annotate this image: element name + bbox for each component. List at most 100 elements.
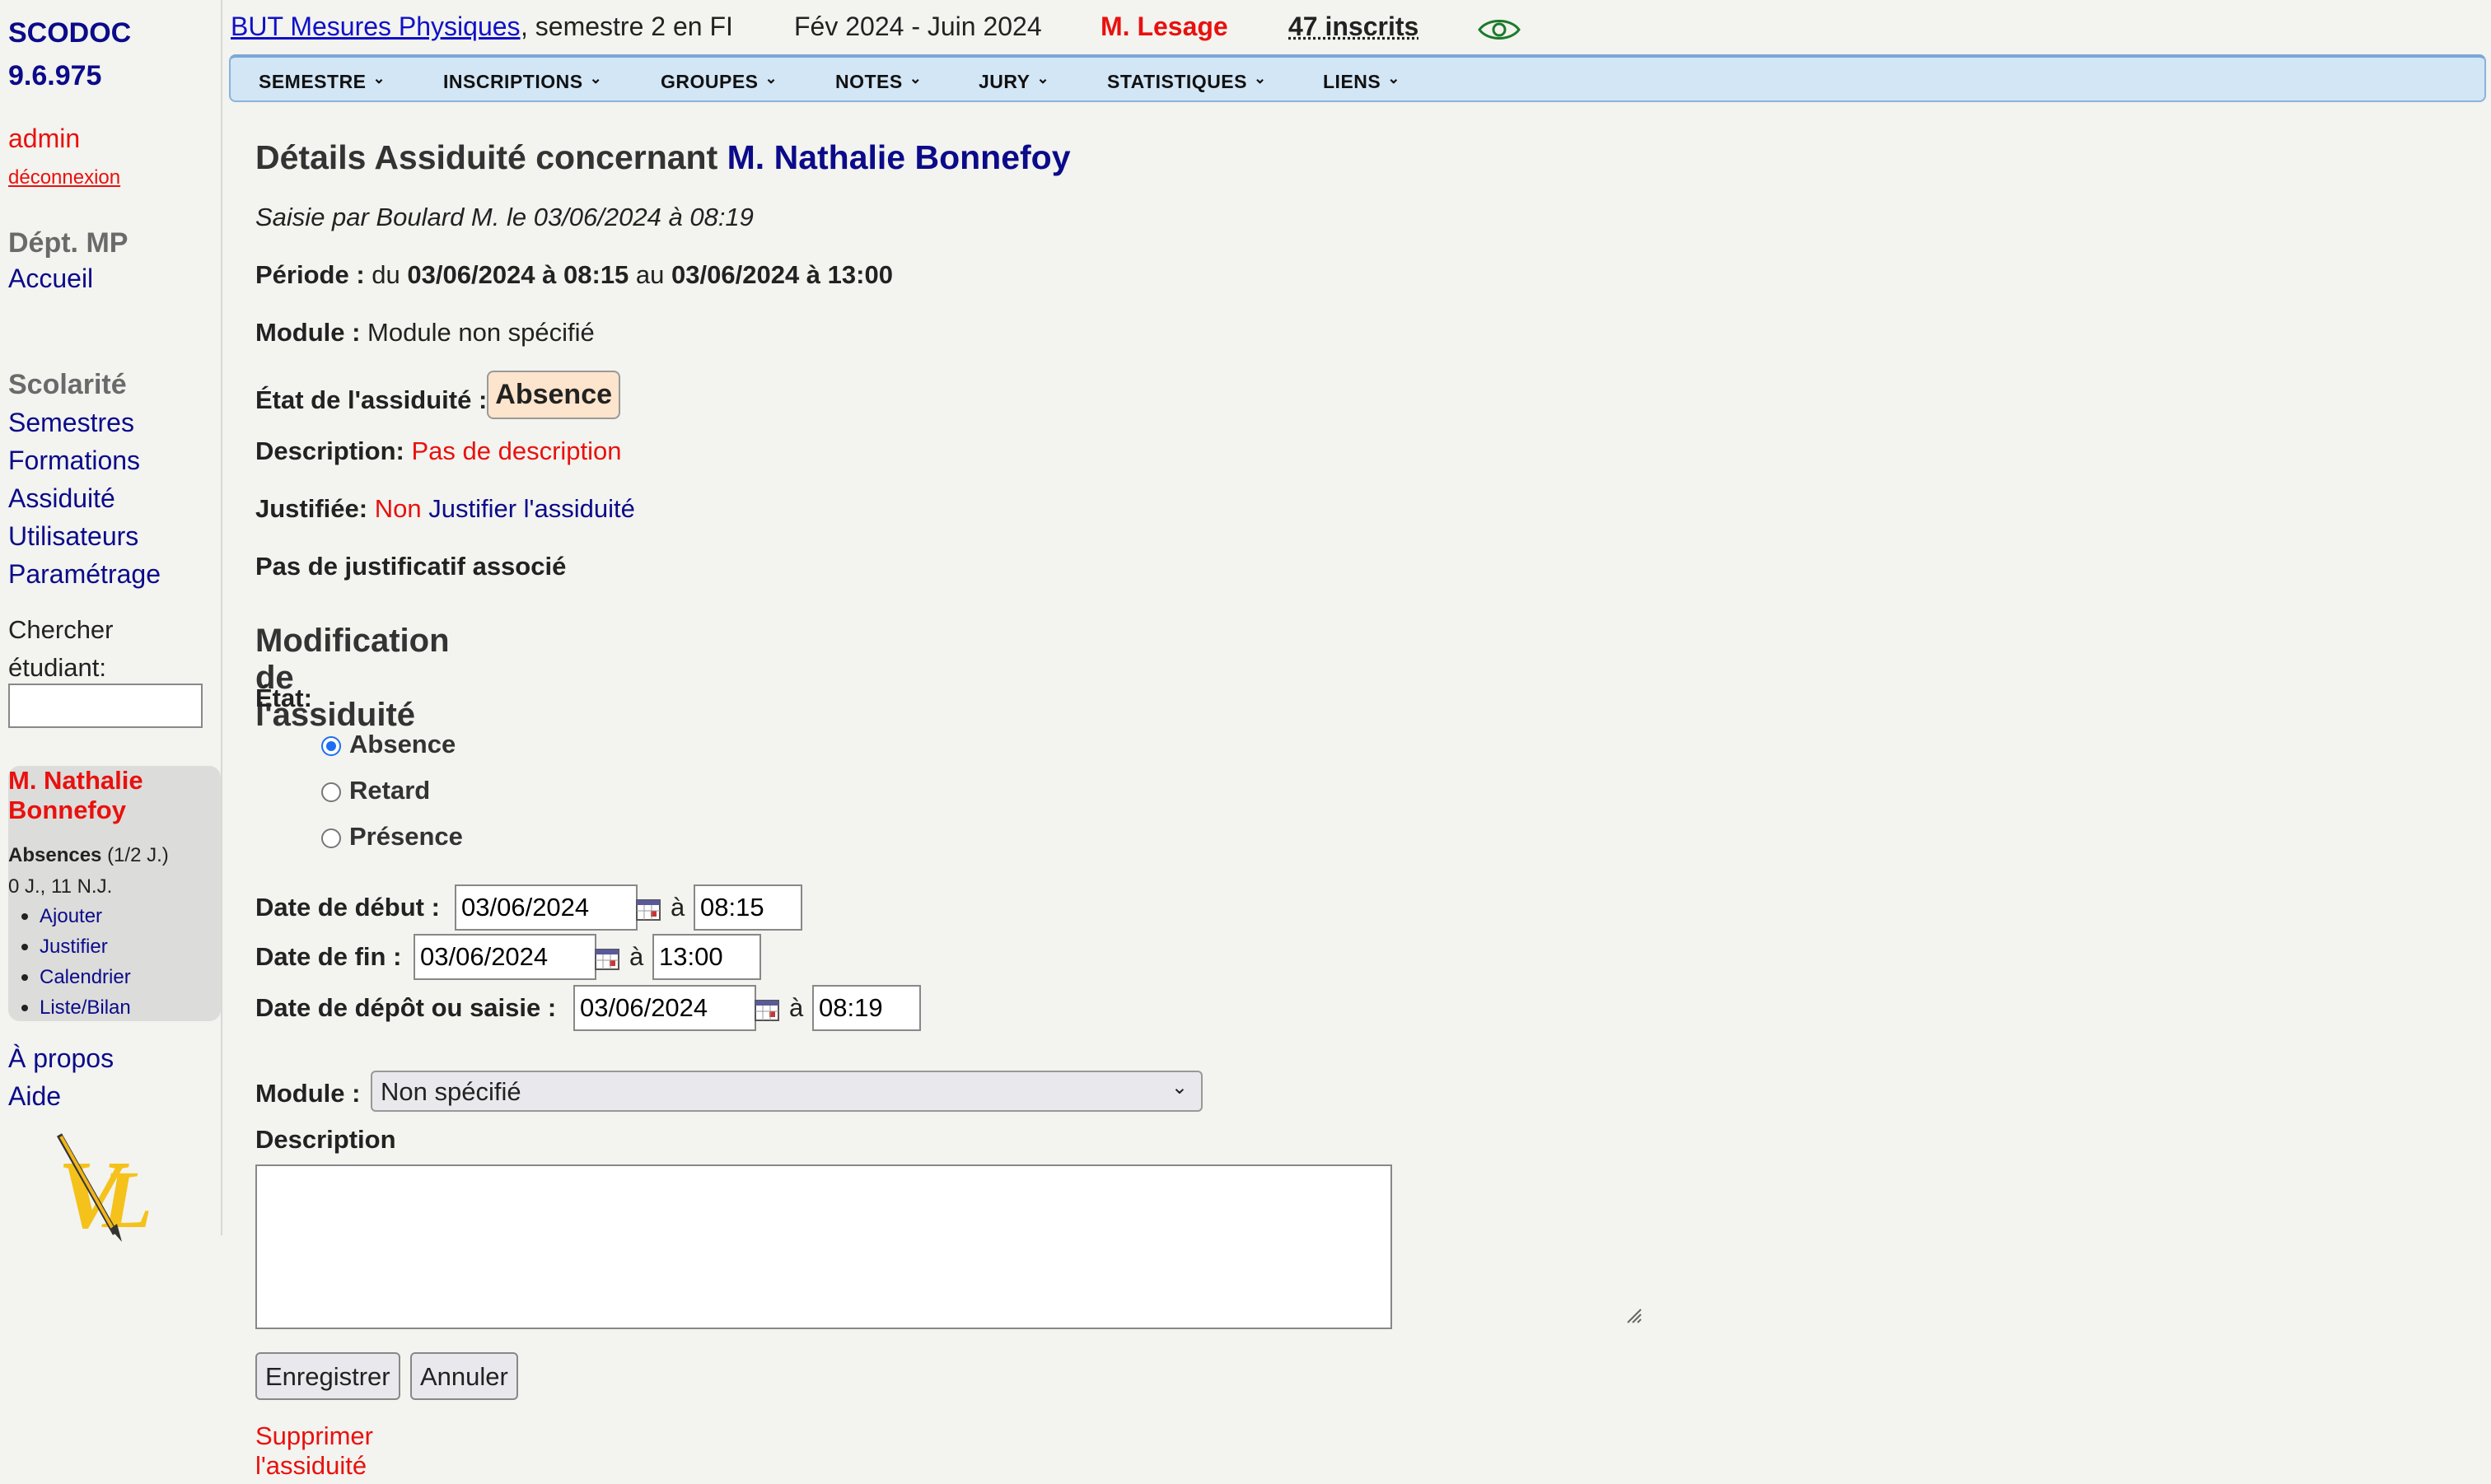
radio-presence[interactable]: Présence	[321, 822, 463, 852]
form-module-label: Module :	[255, 1079, 361, 1108]
form-description-label-row: Description	[255, 1125, 396, 1155]
about-link[interactable]: À propos	[8, 1039, 114, 1077]
absences-label: Absences	[8, 844, 102, 866]
sidebar-item-utilisateurs[interactable]: Utilisateurs	[8, 517, 161, 555]
radio-absence-label[interactable]: Absence	[349, 730, 456, 758]
etat-row: État de l'assiduité : Absence	[255, 371, 621, 424]
menu-statistiques[interactable]: STATISTIQUES	[1107, 71, 1267, 93]
resize-grip-icon[interactable]	[1624, 1306, 1643, 1324]
form-title: Modification de l'assiduité	[255, 623, 450, 733]
heure-depot-input[interactable]	[812, 985, 921, 1031]
absences-links: Ajouter Justifier Calendrier Liste/Bilan	[8, 901, 131, 1023]
search-student-label: Chercher étudiant:	[8, 615, 114, 682]
date-depot-label: Date de dépôt ou saisie :	[255, 993, 557, 1022]
calendar-icon[interactable]	[636, 898, 661, 921]
radio-absence[interactable]: Absence	[321, 730, 456, 759]
app-name[interactable]: SCODOC	[8, 12, 131, 54]
radio-retard[interactable]: Retard	[321, 776, 430, 805]
periode-row: Période : du 03/06/2024 à 08:15 au 03/06…	[255, 260, 893, 290]
module-label: Module :	[255, 318, 361, 347]
sidebar-item-accueil[interactable]: Accueil	[8, 264, 93, 294]
date-fin-a: à	[629, 942, 644, 971]
page-title: Détails Assiduité concernant M. Nathalie…	[255, 138, 1071, 177]
module-select-value[interactable]: Non spécifié	[381, 1077, 521, 1106]
date-depot-input[interactable]	[573, 985, 756, 1031]
saisie-info: Saisie par Boulard M. le 03/06/2024 à 08…	[255, 203, 754, 231]
scolarite-title: Scolarité	[8, 369, 127, 400]
menu-groupes[interactable]: GROUPES	[661, 71, 778, 93]
radio-presence-control[interactable]	[321, 828, 341, 848]
form-description-label: Description	[255, 1125, 396, 1154]
description-textarea[interactable]	[255, 1164, 1392, 1329]
menu-semestre[interactable]: SEMESTRE	[259, 71, 386, 93]
student-name-link[interactable]: M. Nathalie Bonnefoy	[8, 766, 189, 825]
search-student-input[interactable]	[8, 684, 203, 728]
date-debut-a: à	[671, 893, 685, 922]
module-select[interactable]: Non spécifié ⌄	[371, 1071, 1203, 1112]
absences-counts: 0 J., 11 N.J.	[8, 875, 113, 898]
delete-assiduite-link[interactable]: Supprimer l'assiduité	[255, 1421, 373, 1481]
date-fin-row: Date de fin : à	[255, 934, 1244, 980]
form-etat-label: État:	[255, 684, 312, 712]
radio-retard-control[interactable]	[321, 782, 341, 802]
module-row: Module : Module non spécifié	[255, 318, 595, 348]
menu-notes[interactable]: NOTES	[835, 71, 922, 93]
date-fin-label: Date de fin :	[255, 942, 402, 971]
inscrits-count[interactable]: 47 inscrits	[1288, 12, 1418, 42]
sidebar: SCODOC 9.6.975 admin déconnexion Dépt. M…	[0, 0, 222, 1244]
justifier-link[interactable]: Justifier l'assiduité	[428, 494, 635, 523]
heure-debut-input[interactable]	[694, 884, 802, 931]
calendar-icon[interactable]	[595, 947, 619, 970]
app-title[interactable]: SCODOC 9.6.975	[8, 12, 131, 97]
eye-icon[interactable]	[1478, 16, 1521, 43]
sidebar-item-semestres[interactable]: Semestres	[8, 404, 161, 441]
sidebar-footer-links: À propos Aide	[8, 1039, 114, 1115]
save-button[interactable]: Enregistrer	[255, 1352, 400, 1400]
radio-retard-label[interactable]: Retard	[349, 776, 430, 805]
chevron-down-icon[interactable]: ⌄	[1171, 1076, 1188, 1099]
date-debut-label: Date de début :	[255, 893, 440, 922]
periode-start: 03/06/2024 à 08:15	[407, 260, 629, 289]
absence-link-calendrier[interactable]: Calendrier	[8, 962, 131, 992]
date-fin-input[interactable]	[414, 934, 596, 980]
justificatif-status: Pas de justificatif associé	[255, 552, 567, 581]
date-depot-a: à	[789, 993, 804, 1022]
logout-link[interactable]: déconnexion	[8, 166, 120, 189]
sidebar-item-formations[interactable]: Formations	[8, 441, 161, 479]
sidebar-item-parametrage[interactable]: Paramétrage	[8, 555, 161, 593]
description-value: Pas de description	[411, 436, 622, 465]
absence-link-ajouter[interactable]: Ajouter	[8, 901, 131, 931]
periode-du: du	[372, 260, 400, 289]
justifiee-label: Justifiée:	[255, 494, 368, 523]
radio-presence-label[interactable]: Présence	[349, 822, 463, 851]
periode-end: 03/06/2024 à 13:00	[671, 260, 893, 289]
menu-inscriptions[interactable]: INSCRIPTIONS	[443, 71, 602, 93]
help-link[interactable]: Aide	[8, 1077, 114, 1115]
module-value: Module non spécifié	[367, 318, 595, 347]
radio-absence-control[interactable]	[321, 736, 341, 756]
date-debut-row: Date de début : à	[255, 884, 1244, 931]
semestre-dates: Fév 2024 - Juin 2024	[794, 12, 1042, 41]
page-title-student-link[interactable]: M. Nathalie Bonnefoy	[727, 138, 1071, 176]
sidebar-item-assiduite[interactable]: Assiduité	[8, 479, 161, 517]
form-etat-label-row: État:	[255, 684, 312, 713]
calendar-icon[interactable]	[755, 998, 779, 1021]
heure-fin-input[interactable]	[652, 934, 761, 980]
description-label: Description:	[255, 436, 404, 465]
date-debut-input[interactable]	[455, 884, 638, 931]
cancel-button[interactable]: Annuler	[410, 1352, 518, 1400]
menu-liens[interactable]: LIENS	[1323, 71, 1400, 93]
app-version[interactable]: 9.6.975	[8, 54, 131, 97]
menu-jury[interactable]: JURY	[979, 71, 1049, 93]
current-user-link[interactable]: admin	[8, 124, 80, 154]
scodoc-logo-icon: V L	[56, 1133, 152, 1244]
formation-link[interactable]: BUT Mesures Physiques	[231, 12, 521, 42]
description-row: Description: Pas de description	[255, 436, 622, 466]
justifiee-row: Justifiée: Non Justifier l'assiduité	[255, 494, 635, 524]
absence-link-liste-bilan[interactable]: Liste/Bilan	[8, 992, 131, 1023]
etat-label: État de l'assiduité :	[255, 385, 488, 414]
dept-title: Dépt. MP	[8, 227, 129, 259]
student-panel: M. Nathalie Bonnefoy Absences (1/2 J.) 0…	[8, 766, 221, 1021]
form-module-label-row: Module :	[255, 1079, 360, 1108]
absence-link-justifier[interactable]: Justifier	[8, 931, 131, 962]
